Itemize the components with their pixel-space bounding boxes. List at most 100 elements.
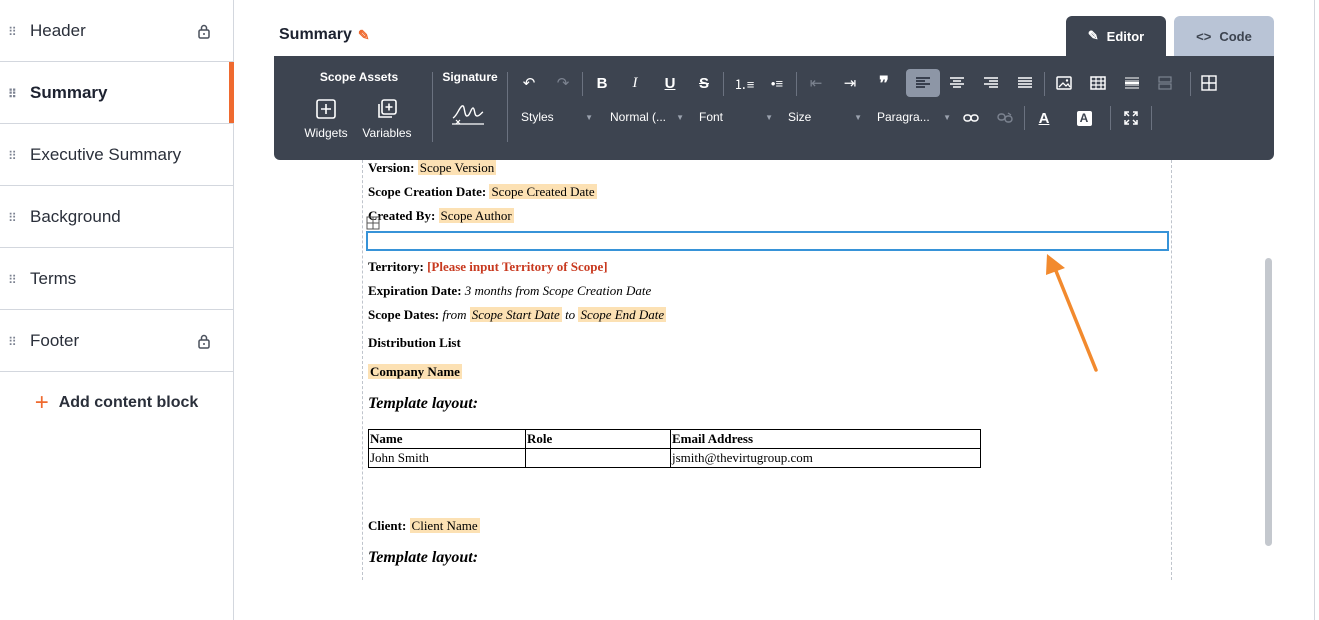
callout-arrow-icon [1046, 254, 1098, 372]
variable-client-name[interactable]: Client Name [409, 518, 480, 533]
unlink-icon[interactable] [991, 106, 1019, 130]
strikethrough-icon[interactable]: S [690, 71, 718, 95]
text-color-icon[interactable]: A [1030, 106, 1058, 130]
sidebar-item-header[interactable]: ⠿ Header [0, 0, 233, 62]
styles-dropdown[interactable]: Styles ▼ [521, 110, 593, 128]
numbered-list-icon[interactable]: ⒈≡ [730, 71, 758, 95]
table-cell-email[interactable]: jsmith@thevirtugroup.com [670, 448, 981, 468]
template-layout-heading: Template layout: [368, 395, 479, 412]
toolbar-divider [1110, 106, 1111, 130]
sidebar-item-background[interactable]: ⠿ Background [0, 186, 233, 248]
font-dropdown[interactable]: Font ▼ [699, 110, 773, 128]
sidebar: ⠿ Header ⠿ Summary ⠿ Executive Summary ⠿… [0, 0, 234, 620]
sidebar-item-executive-summary[interactable]: ⠿ Executive Summary [0, 124, 233, 186]
variables-button[interactable]: Variables [357, 98, 417, 140]
widgets-label: Widgets [304, 126, 348, 140]
expiration-value: 3 months from Scope Creation Date [464, 283, 652, 298]
variable-scope-author[interactable]: Scope Author [438, 208, 514, 223]
variable-scope-start-date[interactable]: Scope Start Date [469, 307, 562, 322]
variable-scope-end-date[interactable]: Scope End Date [578, 307, 667, 322]
scope-assets-label: Scope Assets [319, 70, 399, 84]
blockquote-icon[interactable]: ❞ [870, 71, 898, 95]
paragraph-dropdown-label: Paragra... [877, 110, 930, 124]
code-icon: <> [1196, 28, 1212, 44]
page-title: Summary ✎ [279, 26, 370, 44]
variable-company-name[interactable]: Company Name [368, 364, 462, 379]
toolbar-divider [1024, 106, 1025, 130]
expiration-line: Expiration Date: 3 months from Scope Cre… [368, 283, 651, 299]
bullet-list-icon[interactable]: •≡ [763, 71, 791, 95]
align-right-icon[interactable] [977, 71, 1005, 95]
image-icon[interactable] [1050, 71, 1078, 95]
distribution-table[interactable]: Name Role Email Address John Smith jsmit… [368, 429, 981, 468]
dropdown-arrow-icon: ▼ [585, 113, 593, 122]
size-dropdown[interactable]: Size ▼ [788, 110, 862, 128]
move-cursor-icon [366, 216, 380, 230]
client-label: Client: [368, 518, 407, 533]
territory-placeholder[interactable]: [Please input Territory of Scope] [427, 259, 608, 274]
outdent-icon[interactable]: ⇤ [802, 71, 830, 95]
document-scrollbar[interactable] [1264, 160, 1274, 580]
drag-handle-icon[interactable]: ⠿ [8, 149, 17, 161]
tab-editor[interactable]: ✎ Editor [1066, 16, 1166, 56]
bold-icon[interactable]: B [588, 71, 616, 95]
redo-icon[interactable]: ↷ [549, 71, 577, 95]
drag-handle-icon[interactable]: ⠿ [8, 211, 17, 223]
align-left-icon[interactable] [906, 69, 940, 97]
tab-editor-label: Editor [1106, 28, 1145, 44]
distribution-list-heading: Distribution List [368, 335, 461, 351]
dropdown-arrow-icon: ▼ [854, 113, 862, 122]
widgets-button[interactable]: Widgets [296, 98, 356, 140]
scrollbar-thumb[interactable] [1265, 258, 1272, 546]
sidebar-item-label: Background [30, 206, 121, 226]
dropdown-arrow-icon: ▼ [943, 113, 951, 122]
horizontal-rule-icon[interactable] [1118, 71, 1146, 95]
drag-handle-icon[interactable]: ⠿ [8, 335, 17, 347]
toolbar-divider [507, 72, 508, 142]
scope-assets-group: Scope Assets [294, 70, 424, 84]
italic-icon[interactable]: I [621, 71, 649, 95]
drag-handle-icon[interactable]: ⠿ [8, 87, 17, 99]
paragraph-dropdown[interactable]: Paragra... ▼ [877, 110, 951, 128]
sidebar-item-footer[interactable]: ⠿ Footer [0, 310, 233, 372]
undo-icon[interactable]: ↶ [515, 71, 543, 95]
sidebar-item-label: Summary [30, 82, 108, 102]
table-header-role: Role [527, 431, 553, 446]
add-content-block-label: Add content block [58, 394, 199, 411]
add-variable-icon [378, 99, 397, 118]
drag-handle-icon[interactable]: ⠿ [8, 25, 17, 37]
table-row: John Smith jsmith@thevirtugroup.com [368, 448, 981, 468]
indent-icon[interactable]: ⇥ [836, 71, 864, 95]
variable-scope-version[interactable]: Scope Version [417, 160, 497, 175]
size-dropdown-label: Size [788, 110, 812, 124]
pencil-icon: ✎ [1087, 28, 1099, 43]
version-line: Version: Scope Version [368, 160, 497, 176]
add-content-block-button[interactable]: + Add content block [0, 372, 233, 434]
tab-code[interactable]: <> Code [1174, 16, 1274, 56]
link-icon[interactable] [957, 106, 985, 130]
variable-scope-created-date[interactable]: Scope Created Date [489, 184, 597, 199]
drag-handle-icon[interactable]: ⠿ [8, 273, 17, 285]
sidebar-item-label: Header [30, 20, 86, 40]
editor-toolbar: Scope Assets Widgets Variables Signature… [274, 56, 1274, 160]
underline-icon[interactable]: U [656, 71, 684, 95]
edit-title-icon[interactable]: ✎ [358, 27, 370, 44]
show-blocks-icon[interactable] [1195, 71, 1223, 95]
table-cell-name[interactable]: John Smith [368, 448, 526, 468]
selected-empty-paragraph[interactable] [366, 231, 1169, 251]
table-cell-role[interactable] [525, 448, 671, 468]
align-center-icon[interactable] [943, 71, 971, 95]
sidebar-item-label: Terms [30, 268, 77, 288]
background-color-icon[interactable]: A [1070, 106, 1098, 130]
align-justify-icon[interactable] [1011, 71, 1039, 95]
maximize-icon[interactable] [1117, 106, 1145, 130]
toolbar-divider [723, 72, 724, 96]
signature-icon[interactable] [450, 98, 486, 128]
sidebar-item-terms[interactable]: ⠿ Terms [0, 248, 233, 310]
sidebar-item-summary[interactable]: ⠿ Summary [0, 62, 234, 124]
client-line: Client: Client Name [368, 518, 480, 534]
format-dropdown-label: Normal (... [610, 110, 667, 124]
page-break-icon[interactable] [1151, 71, 1179, 95]
table-icon[interactable] [1084, 71, 1112, 95]
format-dropdown[interactable]: Normal (... ▼ [610, 110, 684, 128]
